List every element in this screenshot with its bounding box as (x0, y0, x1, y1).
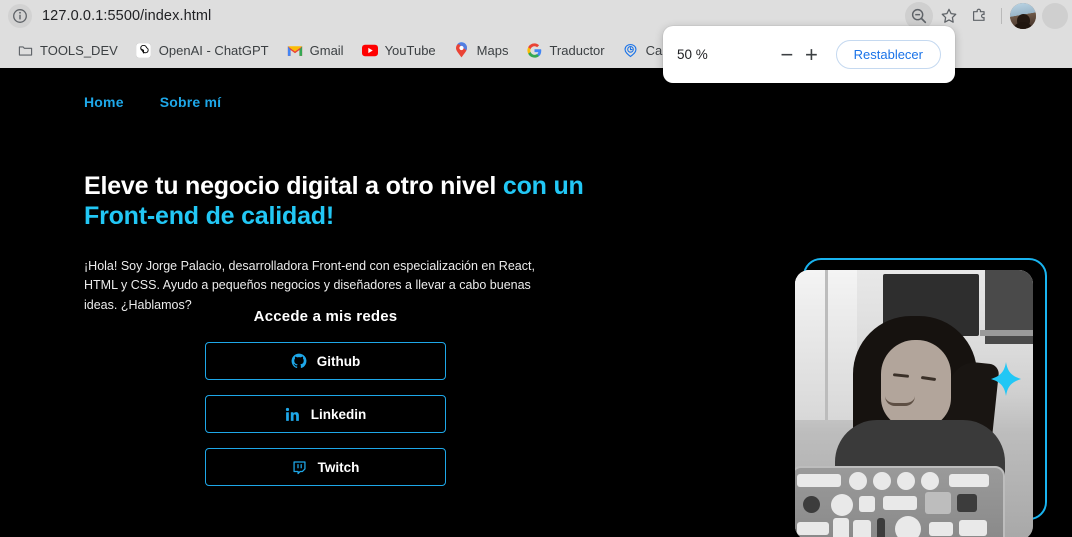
linkedin-button[interactable]: Linkedin (205, 395, 446, 433)
browser-window: 127.0.0.1:5500/index.html TOOLS_DEV Open… (0, 0, 1072, 537)
bookmark-tools-dev[interactable]: TOOLS_DEV (8, 38, 127, 62)
nav-link-sobre-mi[interactable]: Sobre mí (160, 94, 222, 110)
browser-menu-button[interactable] (1042, 3, 1068, 29)
bookmark-label: Maps (476, 42, 509, 58)
folder-icon (17, 42, 33, 58)
sparkle-decoration (991, 362, 1021, 396)
zoom-popup: 50 % − + Restablecer (663, 26, 955, 83)
hero-paragraph: ¡Hola! Soy Jorge Palacio, desarrolladora… (84, 259, 535, 312)
google-g-icon (526, 42, 542, 58)
page-title: Eleve tu negocio digital a otro nivel co… (84, 172, 604, 231)
gmail-icon (287, 42, 303, 58)
bookmark-maps[interactable]: Maps (445, 38, 518, 62)
extensions-icon[interactable] (965, 2, 993, 30)
zoom-in-button[interactable]: + (799, 40, 823, 70)
zoom-out-button[interactable]: − (775, 40, 799, 70)
bookmark-label: OpenAI - ChatGPT (158, 42, 269, 58)
site-nav: Home Sobre mí (84, 94, 221, 110)
toolbar-divider (1001, 8, 1002, 24)
headline-white: Eleve tu negocio digital a otro nivel (84, 172, 503, 200)
twitch-button-label: Twitch (317, 459, 360, 475)
social-section-title: Accede a mis redes (253, 308, 398, 325)
bookmark-label: YouTube (384, 42, 436, 58)
linkedin-button-label: Linkedin (310, 406, 367, 422)
social-buttons: Github Linkedin Twitch (205, 342, 446, 486)
calendar-clock-icon (623, 42, 639, 58)
bookmark-openai-chatgpt[interactable]: OpenAI - ChatGPT (127, 38, 278, 62)
zoom-level-value: 50 % (677, 47, 708, 62)
github-icon (291, 353, 307, 369)
bookmark-label: Traductor (549, 42, 605, 58)
bookmark-youtube[interactable]: YouTube (353, 38, 445, 62)
twitch-button[interactable]: Twitch (205, 448, 446, 486)
bookmark-gmail[interactable]: Gmail (278, 38, 353, 62)
bookmark-label: Gmail (309, 42, 344, 58)
profile-photo-block (795, 258, 1047, 537)
profile-avatar[interactable] (1010, 3, 1036, 29)
maps-pin-icon (454, 42, 470, 58)
linkedin-icon (285, 406, 301, 422)
bookmark-label: TOOLS_DEV (40, 42, 118, 58)
hero-section: Eleve tu negocio digital a otro nivel co… (84, 172, 604, 315)
github-button[interactable]: Github (205, 342, 446, 380)
url-text[interactable]: 127.0.0.1:5500/index.html (42, 8, 211, 24)
bookmark-traductor[interactable]: Traductor (517, 38, 613, 62)
site-info-icon[interactable] (8, 4, 32, 28)
zoom-reset-button[interactable]: Restablecer (835, 40, 941, 69)
twitch-icon (292, 459, 308, 475)
page-content: Home Sobre mí Eleve tu negocio digital a… (0, 68, 1072, 537)
github-button-label: Github (316, 353, 361, 369)
youtube-icon (361, 42, 378, 58)
nav-link-home[interactable]: Home (84, 94, 124, 110)
openai-icon (136, 42, 152, 58)
